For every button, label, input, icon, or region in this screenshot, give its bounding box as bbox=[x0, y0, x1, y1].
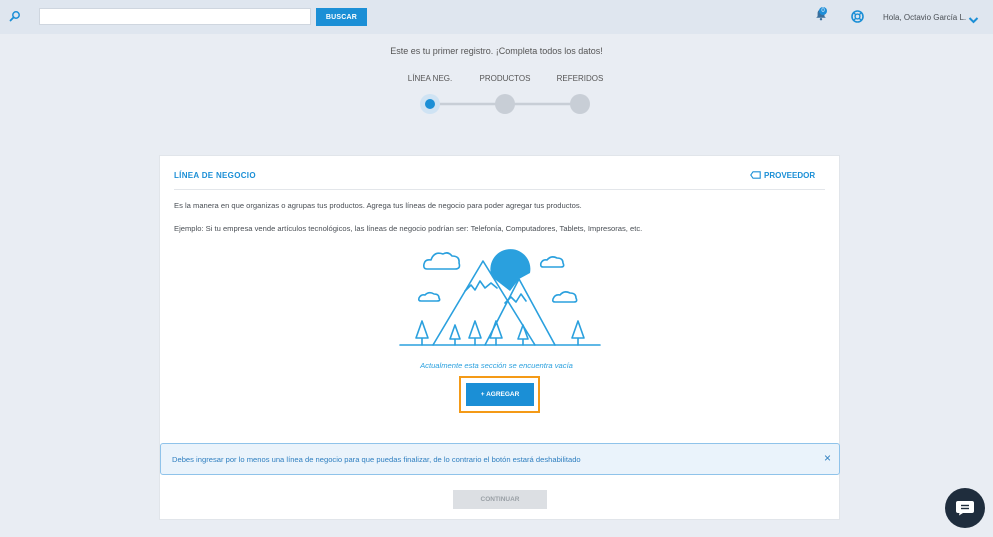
add-button[interactable]: + AGREGAR bbox=[466, 383, 534, 406]
close-icon[interactable]: × bbox=[824, 452, 831, 464]
help-lifebuoy-icon[interactable] bbox=[851, 10, 864, 28]
empty-mountains-illustration bbox=[399, 249, 601, 346]
card-title: LÍNEA DE NEGOCIO bbox=[174, 171, 256, 180]
search-input[interactable] bbox=[39, 8, 311, 25]
empty-state-message: Actualmente esta sección se encuentra va… bbox=[420, 361, 573, 370]
chat-icon bbox=[956, 501, 974, 516]
chat-widget-button[interactable] bbox=[945, 488, 985, 528]
card-example: Ejemplo: Si tu empresa vende artículos t… bbox=[174, 224, 643, 233]
step-label-referidos: REFERIDOS bbox=[556, 74, 604, 83]
proveedor-label: PROVEEDOR bbox=[764, 171, 816, 180]
top-bar: BUSCAR 0 Hola, Octavio García L. bbox=[0, 0, 993, 34]
continue-button[interactable]: CONTINUAR bbox=[453, 490, 547, 509]
chevron-down-icon[interactable] bbox=[968, 12, 979, 30]
step-label-productos: PRODUCTOS bbox=[479, 74, 531, 83]
step-dot-productos bbox=[495, 94, 515, 114]
tag-icon bbox=[750, 171, 761, 179]
progress-stepper bbox=[420, 94, 590, 114]
intro-text: Este es tu primer registro. ¡Completa to… bbox=[390, 46, 603, 56]
search-button[interactable]: BUSCAR bbox=[316, 8, 367, 26]
info-alert: Debes ingresar por lo menos una línea de… bbox=[160, 443, 840, 475]
step-dot-active bbox=[425, 99, 435, 109]
step-dot-referidos bbox=[570, 94, 590, 114]
card-divider bbox=[174, 189, 825, 190]
card-description: Es la manera en que organizas o agrupas … bbox=[174, 201, 582, 210]
proveedor-link[interactable]: PROVEEDOR bbox=[750, 171, 815, 180]
search-icon[interactable] bbox=[9, 9, 21, 27]
user-menu[interactable]: Hola, Octavio García L. bbox=[883, 13, 966, 22]
step-label-linea-neg: LÍNEA NEG. bbox=[407, 74, 453, 83]
notification-badge: 0 bbox=[819, 7, 827, 15]
alert-message: Debes ingresar por lo menos una línea de… bbox=[172, 455, 581, 464]
